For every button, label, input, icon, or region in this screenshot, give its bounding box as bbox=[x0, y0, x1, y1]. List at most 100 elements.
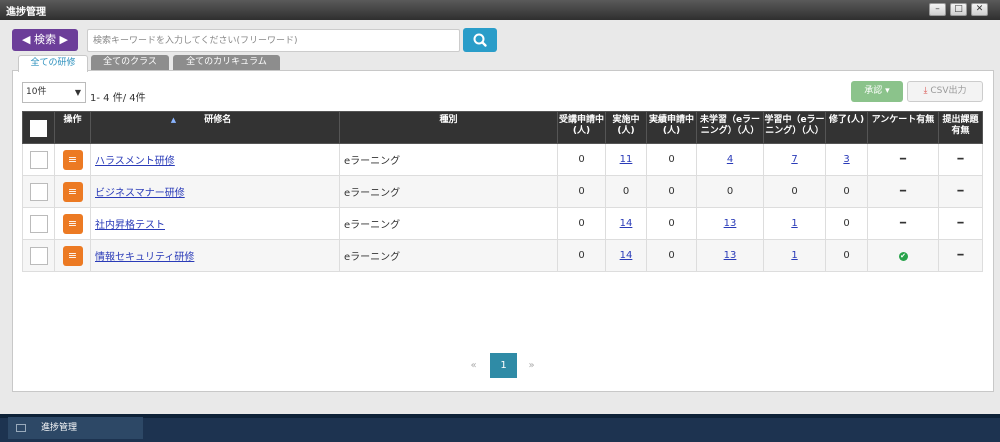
learning-link[interactable]: 7 bbox=[791, 154, 797, 165]
tab-all-curriculums[interactable]: 全てのカリキュラム bbox=[173, 55, 280, 71]
table-row: ≡ ビジネスマナー研修 eラーニング 0 0 0 0 0 0 ━ ━ bbox=[22, 175, 983, 208]
survey-cell: ✔ bbox=[867, 239, 939, 272]
row-select-cell bbox=[22, 207, 55, 240]
maximize-button[interactable]: □ bbox=[950, 3, 967, 16]
survey-value: ━ bbox=[867, 175, 939, 208]
header-name[interactable]: ▲ 研修名 bbox=[90, 111, 340, 144]
header-type: 種別 bbox=[339, 111, 558, 144]
training-type: eラーニング bbox=[339, 207, 558, 240]
applying-value: 0 bbox=[557, 175, 606, 208]
tab-all-trainings[interactable]: 全ての研修 bbox=[18, 55, 88, 72]
completed-value: 0 bbox=[825, 175, 868, 208]
header-not-started: 未学習（eラーニング）（人） bbox=[696, 111, 764, 144]
completed-link[interactable]: 3 bbox=[843, 154, 849, 165]
search-icon bbox=[473, 33, 487, 47]
taskbar: 進捗管理 bbox=[0, 414, 1000, 442]
table-body: ≡ ハラスメント研修 eラーニング 0 11 0 4 7 3 ━ ━ ≡ ビジネスマナー研修 eラーニング… bbox=[22, 143, 983, 272]
menu-icon[interactable]: ≡ bbox=[62, 149, 83, 170]
in-progress-cell: 11 bbox=[605, 143, 647, 176]
pagination-current-page[interactable]: 1 bbox=[490, 353, 517, 378]
header-name-label: 研修名 bbox=[204, 115, 232, 125]
training-type: eラーニング bbox=[339, 239, 558, 272]
tab-all-classes[interactable]: 全てのクラス bbox=[91, 55, 169, 71]
completion-applying-value: 0 bbox=[646, 239, 697, 272]
submission-value: ━ bbox=[938, 143, 983, 176]
page-size-select[interactable]: 10件 ▼ bbox=[22, 82, 86, 103]
header-completion-applying: 実績申請中(人) bbox=[646, 111, 697, 144]
submission-value: ━ bbox=[938, 239, 983, 272]
row-operation-cell: ≡ bbox=[54, 207, 91, 240]
progress-table: 操作 ▲ 研修名 種別 受講申請中(人) 実施中(人) 実績申請中(人) 未学習（… bbox=[22, 111, 983, 272]
taskbar-item[interactable]: 進捗管理 bbox=[8, 417, 143, 439]
row-operation-cell: ≡ bbox=[54, 239, 91, 272]
in-progress-link[interactable]: 14 bbox=[620, 250, 633, 261]
survey-value: ━ bbox=[867, 143, 939, 176]
close-button[interactable]: ✕ bbox=[971, 3, 988, 16]
menu-icon[interactable]: ≡ bbox=[62, 213, 83, 234]
learning-cell: 1 bbox=[763, 207, 826, 240]
learning-link[interactable]: 1 bbox=[791, 250, 797, 261]
pagination-prev[interactable]: « bbox=[460, 353, 487, 378]
row-checkbox[interactable] bbox=[29, 246, 48, 265]
menu-icon[interactable]: ≡ bbox=[62, 181, 83, 202]
training-name-cell: 情報セキュリティ研修 bbox=[90, 239, 340, 272]
training-type: eラーニング bbox=[339, 143, 558, 176]
search-toggle-button[interactable]: ◀ 検索 ▶ bbox=[12, 29, 78, 51]
learning-cell: 7 bbox=[763, 143, 826, 176]
header-operation: 操作 bbox=[54, 111, 91, 144]
result-count: 1- 4 件/ 4件 bbox=[90, 93, 146, 104]
submission-value: ━ bbox=[938, 175, 983, 208]
row-select-cell bbox=[22, 175, 55, 208]
approve-button[interactable]: 承認 ▾ bbox=[851, 81, 903, 102]
taskbar-item-label: 進捗管理 bbox=[41, 423, 78, 433]
select-all-header bbox=[22, 111, 55, 144]
row-select-cell bbox=[22, 143, 55, 176]
csv-export-label: CSV出力 bbox=[930, 86, 967, 96]
row-operation-cell: ≡ bbox=[54, 143, 91, 176]
header-survey: アンケート有無 bbox=[867, 111, 939, 144]
search-submit-button[interactable] bbox=[463, 28, 497, 52]
header-applying: 受講申請中(人) bbox=[557, 111, 606, 144]
table-row: ≡ ハラスメント研修 eラーニング 0 11 0 4 7 3 ━ ━ bbox=[22, 143, 983, 176]
not-started-link[interactable]: 4 bbox=[727, 154, 733, 165]
applying-value: 0 bbox=[557, 207, 606, 240]
check-circle-icon: ✔ bbox=[898, 252, 908, 261]
row-checkbox[interactable] bbox=[29, 182, 48, 201]
learning-cell: 1 bbox=[763, 239, 826, 272]
header-completed: 修了(人) bbox=[825, 111, 868, 144]
row-operation-cell: ≡ bbox=[54, 175, 91, 208]
taskbar-divider bbox=[0, 414, 1000, 418]
training-name-link[interactable]: 社内昇格テスト bbox=[95, 220, 165, 231]
row-checkbox[interactable] bbox=[29, 214, 48, 233]
window-titlebar: 進捗管理 – □ ✕ bbox=[0, 0, 1000, 20]
survey-value: ━ bbox=[867, 207, 939, 240]
in-progress-link[interactable]: 11 bbox=[620, 154, 633, 165]
table-row: ≡ 情報セキュリティ研修 eラーニング 0 14 0 13 1 0 ✔ ━ bbox=[22, 239, 983, 272]
row-select-cell bbox=[22, 239, 55, 272]
completed-value: 0 bbox=[825, 207, 868, 240]
training-name-cell: ハラスメント研修 bbox=[90, 143, 340, 176]
not-started-cell: 13 bbox=[696, 207, 764, 240]
not-started-link[interactable]: 13 bbox=[724, 218, 737, 229]
csv-export-button[interactable]: ⤓ CSV出力 bbox=[907, 81, 983, 102]
learning-link[interactable]: 1 bbox=[791, 218, 797, 229]
not-started-value: 0 bbox=[696, 175, 764, 208]
training-type: eラーニング bbox=[339, 175, 558, 208]
select-all-checkbox[interactable] bbox=[30, 120, 47, 137]
in-progress-link[interactable]: 14 bbox=[620, 218, 633, 229]
table-row: ≡ 社内昇格テスト eラーニング 0 14 0 13 1 0 ━ ━ bbox=[22, 207, 983, 240]
table-header-row: 操作 ▲ 研修名 種別 受講申請中(人) 実施中(人) 実績申請中(人) 未学習（… bbox=[22, 111, 983, 144]
menu-icon[interactable]: ≡ bbox=[62, 245, 83, 266]
not-started-link[interactable]: 13 bbox=[724, 250, 737, 261]
minimize-button[interactable]: – bbox=[929, 3, 946, 16]
in-progress-cell: 14 bbox=[605, 207, 647, 240]
search-input[interactable] bbox=[87, 29, 460, 52]
training-name-link[interactable]: ビジネスマナー研修 bbox=[95, 188, 185, 199]
pagination-next[interactable]: » bbox=[518, 353, 545, 378]
completion-applying-value: 0 bbox=[646, 207, 697, 240]
row-checkbox[interactable] bbox=[29, 150, 48, 169]
training-name-link[interactable]: ハラスメント研修 bbox=[95, 156, 175, 167]
completed-cell: 3 bbox=[825, 143, 868, 176]
training-name-link[interactable]: 情報セキュリティ研修 bbox=[95, 252, 194, 263]
in-progress-cell: 14 bbox=[605, 239, 647, 272]
